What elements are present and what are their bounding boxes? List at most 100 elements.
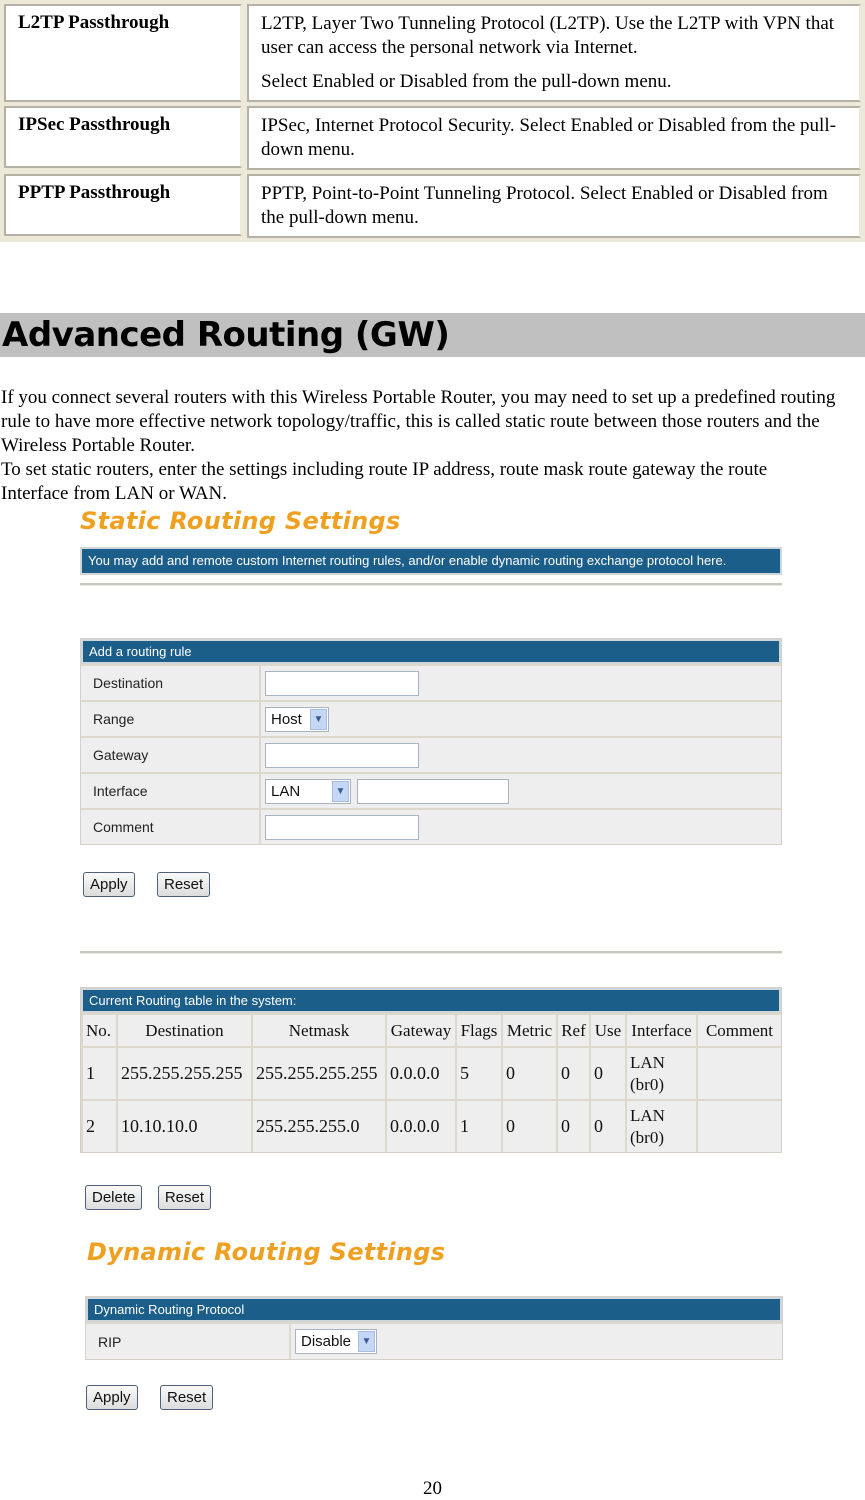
interface-device: (br0) (630, 1127, 664, 1147)
gateway-input[interactable] (265, 742, 419, 768)
column-header: Metric (501, 1013, 556, 1046)
destination-row: Destination (81, 664, 781, 700)
param-row-pptp: PPTP Passthrough PPTP, Point-to-Point Tu… (4, 174, 861, 238)
table-cell-comment (696, 1046, 781, 1099)
interface-label: Interface (81, 774, 261, 808)
column-header: Interface (625, 1013, 696, 1046)
table-cell-netmask: 255.255.255.0 (251, 1099, 385, 1152)
param-description: L2TP, Layer Two Tunneling Protocol (L2TP… (247, 4, 861, 102)
param-description: PPTP, Point-to-Point Tunneling Protocol.… (247, 174, 861, 238)
table-cell-destination: 10.10.10.0 (116, 1099, 251, 1152)
reset-button[interactable]: Reset (157, 1185, 211, 1210)
table-cell-destination: 255.255.255.255 (116, 1046, 251, 1099)
divider (80, 583, 782, 586)
rip-row: RIP Disable ▼ (86, 1322, 782, 1359)
table-cell-interface: LAN (br0) (625, 1099, 696, 1152)
table-cell-interface: LAN (br0) (625, 1046, 696, 1099)
param-row-ipsec: IPSec Passthrough IPSec, Internet Protoc… (4, 106, 861, 170)
reset-button[interactable]: Reset (156, 872, 211, 897)
intro-text: If you connect several routers with this… (1, 386, 861, 506)
range-row: Range Host ▼ (81, 700, 781, 736)
column-header: Comment (696, 1013, 781, 1046)
comment-input[interactable] (265, 814, 419, 840)
table-cell-flags: 1 (455, 1099, 501, 1152)
dynamic-routing-title-panel: Dynamic Routing Settings (87, 1238, 789, 1266)
column-header: Use (589, 1013, 625, 1046)
dynamic-routing-actions: Apply Reset (86, 1385, 788, 1410)
param-description-text: L2TP, Layer Two Tunneling Protocol (L2TP… (261, 13, 835, 58)
page-number: 20 (423, 1478, 442, 1499)
param-description: IPSec, Internet Protocol Security. Selec… (247, 106, 861, 170)
add-rule-header: Add a routing rule (81, 639, 781, 664)
table-cell-no[interactable]: 1 (81, 1046, 116, 1099)
table-cell-ref: 0 (556, 1046, 589, 1099)
table-cell-no[interactable]: 2 (81, 1099, 116, 1152)
interface-selected-value: LAN (271, 782, 301, 800)
chevron-down-icon: ▼ (332, 780, 349, 802)
table-cell-gateway: 0.0.0.0 (385, 1046, 455, 1099)
column-header: Ref (556, 1013, 589, 1046)
interface-device: (br0) (630, 1074, 664, 1094)
comment-label: Comment (81, 810, 261, 844)
dynamic-routing-form: Dynamic Routing Protocol RIP Disable ▼ (85, 1296, 783, 1360)
apply-button[interactable]: Apply (83, 872, 135, 897)
range-select[interactable]: Host ▼ (265, 706, 329, 732)
interface-name: LAN (630, 1105, 665, 1125)
intro-paragraph: If you connect several routers with this… (1, 387, 836, 456)
table-cell-use: 0 (589, 1099, 625, 1152)
interface-name: LAN (630, 1052, 665, 1072)
delete-button[interactable]: Delete (85, 1185, 143, 1210)
interface-custom-input[interactable] (357, 778, 509, 804)
table-cell-metric: 0 (501, 1046, 556, 1099)
routing-table-panel: Current Routing table in the system: No.… (80, 987, 782, 1153)
param-name: PPTP Passthrough (4, 174, 242, 236)
table-cell-netmask: 255.255.255.255 (251, 1046, 385, 1099)
add-routing-rule-form: Add a routing rule Destination Range Hos… (80, 638, 782, 845)
column-header: Destination (116, 1013, 251, 1046)
column-header: Flags (455, 1013, 501, 1046)
add-rule-actions: Apply Reset (83, 872, 785, 897)
routing-table-actions: Delete Reset (85, 1185, 787, 1210)
param-description-text: PPTP, Point-to-Point Tunneling Protocol.… (261, 183, 828, 228)
chevron-down-icon: ▼ (310, 708, 327, 730)
divider (80, 951, 782, 954)
param-name: IPSec Passthrough (4, 106, 242, 168)
rip-select[interactable]: Disable ▼ (295, 1329, 377, 1354)
gateway-label: Gateway (81, 738, 261, 772)
destination-label: Destination (81, 666, 261, 700)
section-heading: Advanced Routing (GW) (0, 313, 865, 357)
range-label: Range (81, 702, 261, 736)
routing-table-header: Current Routing table in the system: (81, 988, 781, 1013)
table-cell-comment (696, 1099, 781, 1152)
intro-paragraph: To set static routers, enter the setting… (1, 459, 768, 504)
range-selected-value: Host (271, 710, 302, 728)
param-row-l2tp: L2TP Passthrough L2TP, Layer Two Tunneli… (4, 4, 861, 102)
column-header: Netmask (251, 1013, 385, 1046)
reset-button[interactable]: Reset (159, 1385, 214, 1410)
table-cell-metric: 0 (501, 1099, 556, 1152)
dynamic-routing-header: Dynamic Routing Protocol (86, 1297, 782, 1322)
static-routing-title: Static Routing Settings (80, 507, 401, 535)
apply-button[interactable]: Apply (86, 1385, 138, 1410)
param-description-text: IPSec, Internet Protocol Security. Selec… (261, 115, 836, 160)
table-cell-flags: 5 (455, 1046, 501, 1099)
param-name: L2TP Passthrough (4, 4, 242, 102)
column-header: No. (81, 1013, 116, 1046)
gateway-row: Gateway (81, 736, 781, 772)
chevron-down-icon: ▼ (358, 1331, 375, 1352)
interface-row: Interface LAN ▼ (81, 772, 781, 808)
destination-input[interactable] (265, 670, 419, 696)
routing-table: No. Destination Netmask Gateway Flags Me… (81, 1013, 781, 1152)
table-cell-use: 0 (589, 1046, 625, 1099)
param-description-text: Select Enabled or Disabled from the pull… (261, 71, 672, 92)
column-header: Gateway (385, 1013, 455, 1046)
static-routing-info: You may add and remote custom Internet r… (80, 547, 782, 575)
table-cell-gateway: 0.0.0.0 (385, 1099, 455, 1152)
table-cell-ref: 0 (556, 1099, 589, 1152)
dynamic-routing-title: Dynamic Routing Settings (87, 1238, 446, 1266)
static-routing-panel: Static Routing Settings You may add and … (80, 507, 782, 586)
interface-select[interactable]: LAN ▼ (265, 778, 351, 804)
rip-label: RIP (86, 1324, 291, 1359)
comment-row: Comment (81, 808, 781, 844)
divider-panel (80, 951, 782, 954)
